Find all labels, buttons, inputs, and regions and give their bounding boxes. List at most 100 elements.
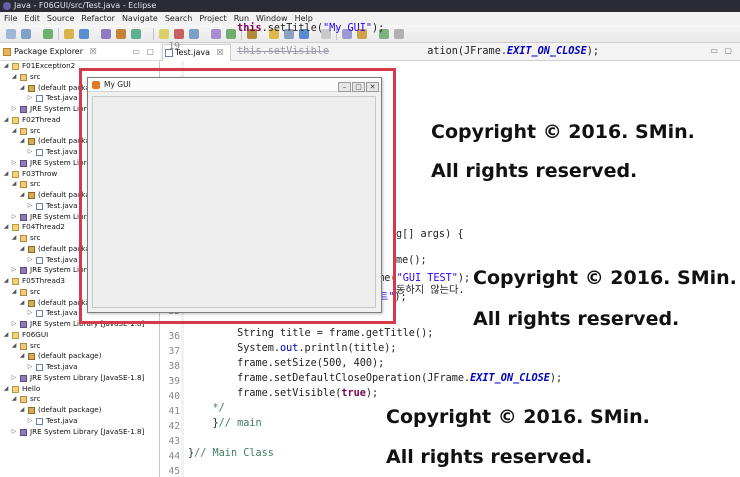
maximize-icon[interactable]: ▢ <box>352 82 365 92</box>
project-icon <box>12 116 19 124</box>
toolbar-button-icon[interactable] <box>21 29 31 39</box>
toolbar-button-icon[interactable] <box>116 29 126 39</box>
toolbar-button-icon[interactable] <box>174 29 184 39</box>
collapsed-arrow-icon[interactable]: ▷ <box>11 104 17 115</box>
minimize-maximize-icon[interactable]: ▭ ▢ <box>710 46 734 55</box>
collapsed-arrow-icon[interactable]: ▷ <box>27 416 33 427</box>
line-number: 40 <box>168 391 180 402</box>
expanded-arrow-icon[interactable]: ◢ <box>3 276 9 287</box>
tree-item-label: src <box>30 394 41 404</box>
code-line-partial[interactable]: 동하지 않는다. <box>396 281 465 296</box>
code-line[interactable]: frame.setVisible(true); <box>188 388 378 399</box>
source-folder-icon <box>20 288 27 296</box>
code-line[interactable]: this.setVisible ation(JFrame.EXIT_ON_CLO… <box>188 46 599 57</box>
my-gui-titlebar[interactable]: My GUI – ▢ ✕ <box>88 78 381 92</box>
expanded-arrow-icon[interactable]: ◢ <box>11 287 17 298</box>
close-icon[interactable]: ✕ <box>366 82 379 92</box>
collapsed-arrow-icon[interactable]: ▷ <box>27 308 33 319</box>
expanded-arrow-icon[interactable]: ◢ <box>3 384 9 395</box>
collapsed-arrow-icon[interactable]: ▷ <box>27 93 33 104</box>
code-line[interactable]: this.setTitle("My GUI"); <box>188 23 384 34</box>
package-explorer-tab[interactable]: Package Explorer ☒ ▭ ▢ <box>0 43 160 61</box>
code-line-partial[interactable]: g[] args) { <box>396 229 463 240</box>
tree-item[interactable]: ▷ Test.java <box>0 416 160 427</box>
expanded-arrow-icon[interactable]: ◢ <box>19 244 25 255</box>
toolbar-button-icon[interactable] <box>101 29 111 39</box>
menu-edit[interactable]: Edit <box>20 12 43 25</box>
expanded-arrow-icon[interactable]: ◢ <box>19 190 25 201</box>
expanded-arrow-icon[interactable]: ◢ <box>11 72 17 83</box>
menu-source[interactable]: Source <box>43 12 77 25</box>
my-gui-title: My GUI <box>104 80 131 89</box>
code-line[interactable]: frame.setDefaultCloseOperation(JFrame.EX… <box>188 373 562 384</box>
minimize-icon[interactable]: – <box>338 82 351 92</box>
collapsed-arrow-icon[interactable]: ▷ <box>11 265 17 276</box>
watermark-line: All rights reserved. <box>473 308 680 330</box>
code-line[interactable]: frame.setSize(500, 400); <box>188 358 384 369</box>
tree-item-label: (default package) <box>38 351 102 361</box>
expanded-arrow-icon[interactable]: ◢ <box>3 169 9 180</box>
java-file-icon <box>36 364 43 371</box>
expanded-arrow-icon[interactable]: ◢ <box>19 405 25 416</box>
tree-item[interactable]: ▷ JRE System Library [JavaSE-1.8] <box>0 373 160 384</box>
collapsed-arrow-icon[interactable]: ▷ <box>27 362 33 373</box>
expanded-arrow-icon[interactable]: ◢ <box>19 136 25 147</box>
tree-item[interactable]: ◢ src <box>0 394 160 405</box>
expanded-arrow-icon[interactable]: ◢ <box>3 115 9 126</box>
tree-item-label: src <box>30 125 41 135</box>
expanded-arrow-icon[interactable]: ◢ <box>3 222 9 233</box>
expanded-arrow-icon[interactable]: ◢ <box>11 233 17 244</box>
collapsed-arrow-icon[interactable]: ▷ <box>27 147 33 158</box>
tree-item[interactable]: ▷ JRE System Library [JavaSE-1.8] <box>0 427 160 438</box>
line-number: 37 <box>168 346 180 357</box>
toolbar-button-icon[interactable] <box>159 29 169 39</box>
package-icon <box>28 353 35 361</box>
toolbar-button-icon[interactable] <box>79 29 89 39</box>
tree-item[interactable]: ◢ src <box>0 341 160 352</box>
line-number: 19 <box>168 41 180 52</box>
code-line[interactable]: String title = frame.getTitle(); <box>188 328 433 339</box>
code-line[interactable]: }// main <box>188 418 262 429</box>
expanded-arrow-icon[interactable]: ◢ <box>3 61 9 72</box>
collapsed-arrow-icon[interactable]: ▷ <box>11 427 17 438</box>
tree-item[interactable]: ▷ Test.java <box>0 362 160 373</box>
expanded-arrow-icon[interactable]: ◢ <box>11 126 17 137</box>
menu-refactor[interactable]: Refactor <box>77 12 118 25</box>
package-icon <box>28 138 35 146</box>
collapsed-arrow-icon[interactable]: ▷ <box>27 201 33 212</box>
collapsed-arrow-icon[interactable]: ▷ <box>27 255 33 266</box>
collapsed-arrow-icon[interactable]: ▷ <box>11 319 17 330</box>
package-icon <box>28 245 35 253</box>
expanded-arrow-icon[interactable]: ◢ <box>3 330 9 341</box>
expanded-arrow-icon[interactable]: ◢ <box>11 341 17 352</box>
menu-file[interactable]: File <box>0 12 20 25</box>
collapsed-arrow-icon[interactable]: ▷ <box>11 158 17 169</box>
tree-item-label: src <box>30 233 41 242</box>
toolbar-button-icon[interactable] <box>131 29 141 39</box>
expanded-arrow-icon[interactable]: ◢ <box>19 83 25 94</box>
minimize-maximize-icon[interactable]: ▭ ▢ <box>132 43 156 61</box>
code-line-partial[interactable]: me(); <box>396 255 427 266</box>
close-icon[interactable]: ☒ <box>90 47 97 56</box>
package-icon <box>28 299 35 307</box>
tree-item[interactable]: ◢ (default package) <box>0 405 160 416</box>
expanded-arrow-icon[interactable]: ◢ <box>11 394 17 405</box>
tree-item[interactable]: ◢ (default package) <box>0 351 160 362</box>
tree-item[interactable]: ◢ F06GUI <box>0 330 160 341</box>
expanded-arrow-icon[interactable]: ◢ <box>19 298 25 309</box>
toolbar-button-icon[interactable] <box>6 29 16 39</box>
code-line[interactable]: */ <box>188 403 225 414</box>
toolbar-button-icon[interactable] <box>64 29 74 39</box>
expanded-arrow-icon[interactable]: ◢ <box>11 179 17 190</box>
menu-navigate[interactable]: Navigate <box>118 12 161 25</box>
toolbar-button-icon[interactable] <box>394 29 404 39</box>
code-line[interactable]: System.out.println(title); <box>188 343 397 354</box>
tree-item[interactable]: ◢ Hello <box>0 384 160 395</box>
library-icon <box>20 159 27 167</box>
expanded-arrow-icon[interactable]: ◢ <box>19 351 25 362</box>
collapsed-arrow-icon[interactable]: ▷ <box>11 212 17 223</box>
toolbar-button-icon[interactable] <box>43 29 53 39</box>
my-gui-window[interactable]: My GUI – ▢ ✕ <box>87 77 382 313</box>
collapsed-arrow-icon[interactable]: ▷ <box>11 373 17 384</box>
code-line[interactable]: }// Main Class <box>188 448 274 459</box>
